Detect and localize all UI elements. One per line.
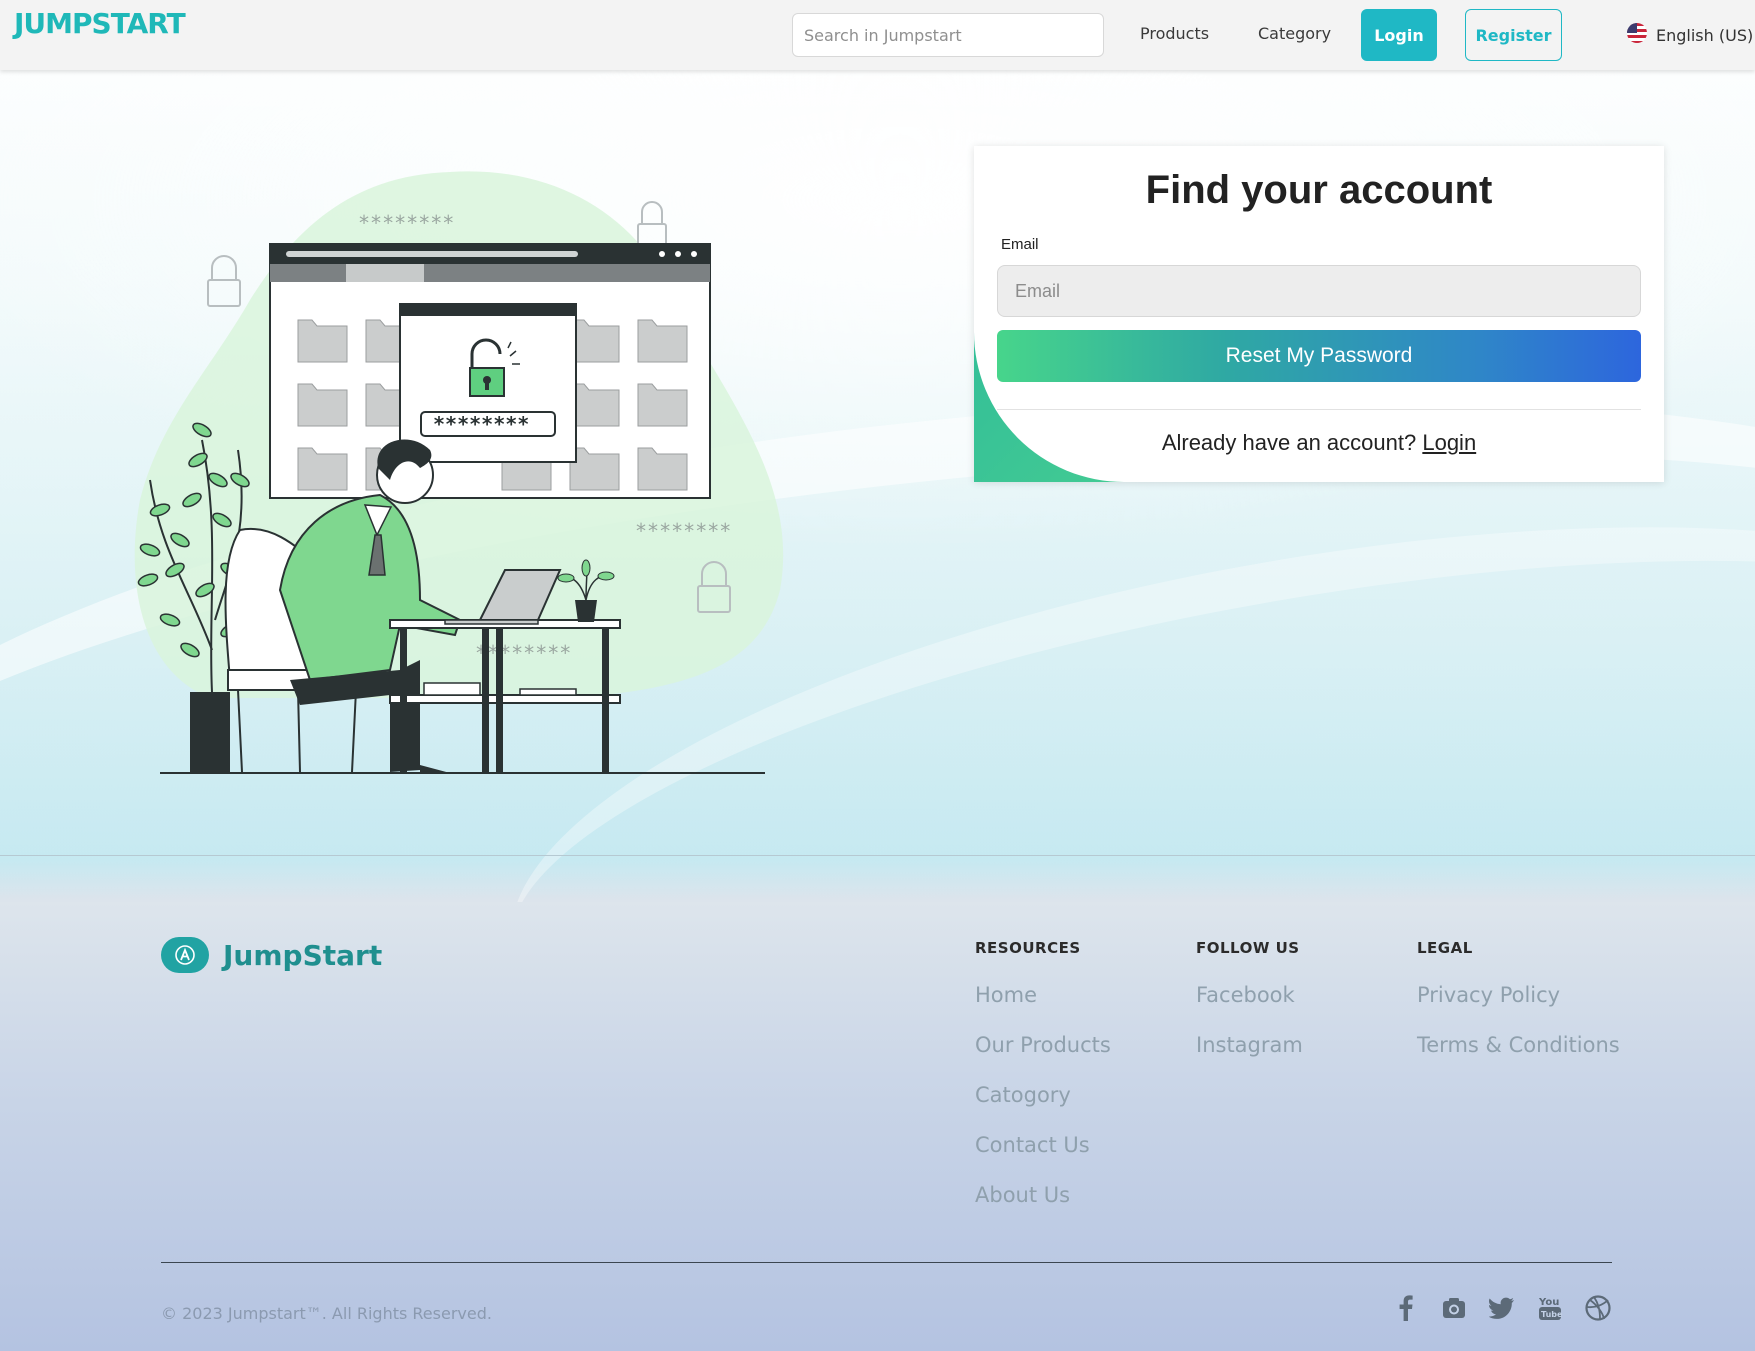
top-navbar: JUMPSTART Products Category Login Regist…	[0, 0, 1755, 70]
brand-logo[interactable]: JUMPSTART	[14, 7, 186, 40]
footer-heading-follow-us: FOLLOW US	[1196, 939, 1300, 957]
dribbble-icon[interactable]	[1585, 1295, 1611, 1321]
footer-col-resources: RESOURCES Home Our Products Catogory Con…	[975, 939, 1111, 1233]
footer-col-follow-us: FOLLOW US Facebook Instagram	[1196, 939, 1303, 1083]
footer-link-privacy-policy[interactable]: Privacy Policy	[1417, 983, 1620, 1007]
footer-heading-resources: RESOURCES	[975, 939, 1081, 957]
already-have-account: Already have an account? Login	[974, 430, 1664, 456]
footer-top-divider	[0, 855, 1755, 856]
already-text: Already have an account?	[1161, 430, 1417, 455]
password-mask-text-2: ********	[635, 519, 731, 543]
email-label: Email	[1001, 236, 1039, 253]
header-login-button[interactable]: Login	[1361, 9, 1437, 61]
twitter-icon[interactable]	[1489, 1295, 1515, 1321]
card-divider	[997, 409, 1641, 410]
reset-password-button[interactable]: Reset My Password	[997, 330, 1641, 382]
copyright-text: © 2023 Jumpstart™. All Rights Reserved.	[161, 1304, 492, 1323]
footer-brand[interactable]: JumpStart	[161, 937, 382, 973]
email-field[interactable]	[997, 265, 1641, 317]
language-selector[interactable]: English (US)	[1626, 22, 1753, 48]
footer-link-contact-us[interactable]: Contact Us	[975, 1133, 1111, 1157]
footer-heading-legal: LEGAL	[1417, 939, 1473, 957]
nav-category[interactable]: Category	[1258, 24, 1331, 43]
footer-link-about-us[interactable]: About Us	[975, 1183, 1111, 1207]
footer-brand-name: JumpStart	[223, 938, 383, 972]
instagram-icon[interactable]	[1441, 1295, 1467, 1321]
social-icons: You Tube	[1393, 1295, 1611, 1321]
footer-link-terms-conditions[interactable]: Terms & Conditions	[1417, 1033, 1620, 1057]
password-mask-text-1: ********	[358, 211, 454, 235]
nav-products[interactable]: Products	[1140, 24, 1209, 43]
svg-text:Tube: Tube	[1541, 1310, 1562, 1319]
footer-link-our-products[interactable]: Our Products	[975, 1033, 1111, 1057]
footer-col-legal: LEGAL Privacy Policy Terms & Conditions	[1417, 939, 1620, 1083]
footer-link-facebook[interactable]: Facebook	[1196, 983, 1303, 1007]
card-body: Find your account Email Reset My Passwor…	[974, 146, 1664, 482]
footer-link-home[interactable]: Home	[975, 983, 1111, 1007]
site-footer: JumpStart RESOURCES Home Our Products Ca…	[0, 902, 1755, 1351]
footer-link-category[interactable]: Catogory	[975, 1083, 1111, 1107]
language-label: English (US)	[1656, 25, 1754, 45]
search-input[interactable]	[792, 13, 1104, 57]
forgot-password-illustration: ******** ******** ******** ********	[120, 150, 800, 790]
find-account-card: Find your account Email Reset My Passwor…	[974, 146, 1664, 482]
password-mask-text-3: ********	[475, 641, 571, 665]
svg-text:You: You	[1538, 1297, 1559, 1308]
header-register-button[interactable]: Register	[1465, 9, 1562, 61]
password-mask-text-4: ********	[433, 412, 529, 436]
card-login-link[interactable]: Login	[1422, 430, 1476, 455]
facebook-icon[interactable]	[1393, 1295, 1419, 1321]
footer-divider	[161, 1262, 1612, 1263]
us-flag-icon	[1626, 22, 1648, 48]
footer-link-instagram[interactable]: Instagram	[1196, 1033, 1303, 1057]
youtube-icon[interactable]: You Tube	[1537, 1295, 1563, 1321]
card-title: Find your account	[1145, 168, 1493, 212]
jumpstart-logo-icon	[161, 937, 209, 973]
